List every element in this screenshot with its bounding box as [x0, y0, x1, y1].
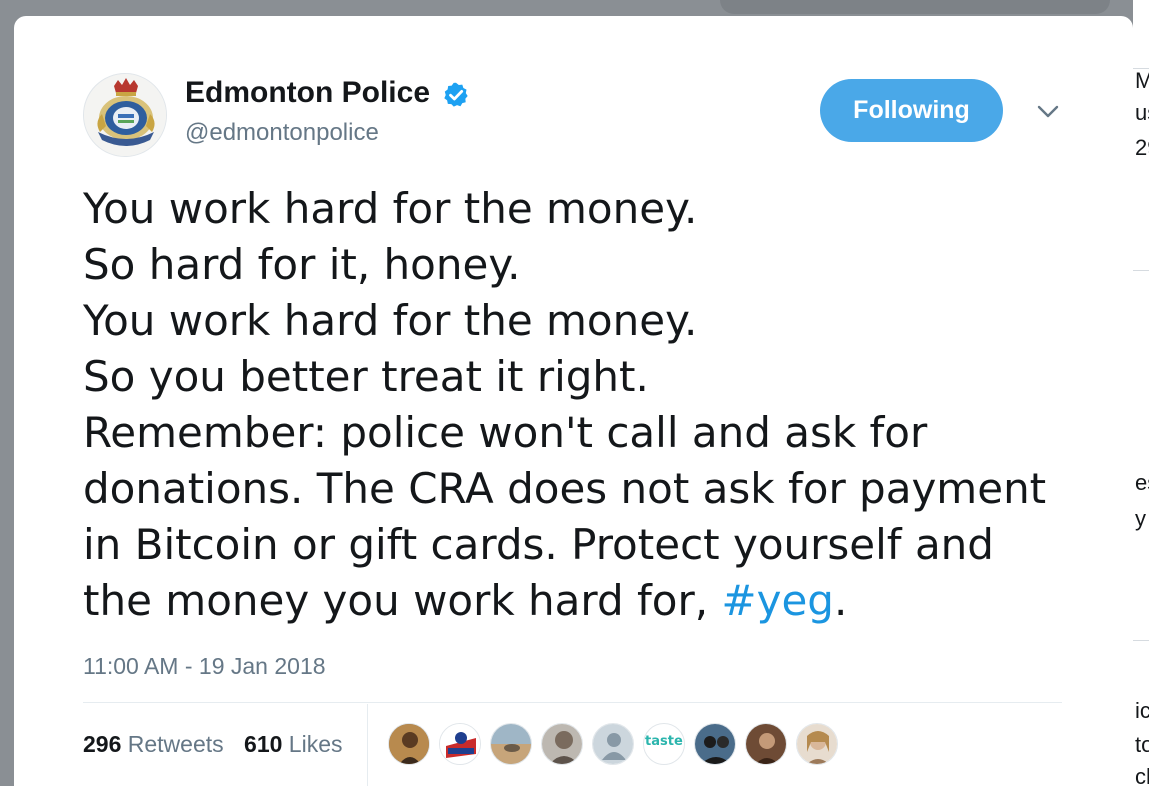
background-page-strip: M us 29 es y ic to ch — [1133, 0, 1149, 786]
background-text-fragment: us — [1135, 100, 1149, 125]
tweet-stats: 296 Retweets 610 Likes — [83, 731, 343, 758]
tweet-text-last-line: the money you work hard for, #yeg. — [83, 573, 1083, 629]
chevron-down-icon[interactable] — [1034, 100, 1062, 124]
background-text-fragment: to — [1135, 732, 1149, 757]
tweet-text-line: So hard for it, honey. — [83, 240, 521, 289]
user-handle[interactable]: @edmontonpolice — [185, 119, 379, 147]
tweet-text-line: You work hard for the money. — [83, 184, 698, 233]
background-text-fragment: y — [1135, 506, 1146, 531]
user-avatar[interactable] — [541, 723, 583, 765]
tweet-text-line: You work hard for the money. — [83, 296, 698, 345]
default-user-avatar-icon — [593, 724, 633, 764]
likes-stat[interactable]: 610 Likes — [244, 731, 342, 757]
background-text-fragment: ic — [1135, 698, 1149, 723]
following-button[interactable]: Following — [820, 79, 1003, 142]
verified-badge-icon — [444, 82, 468, 107]
background-text-fragment: ch — [1135, 764, 1149, 786]
profile-avatar[interactable] — [83, 73, 167, 157]
likes-count: 610 — [244, 731, 283, 757]
tweet-modal: Edmonton Police @edmontonpolice Followin… — [14, 16, 1133, 786]
user-avatar[interactable] — [745, 723, 787, 765]
user-avatar[interactable] — [388, 723, 430, 765]
background-divider — [1133, 270, 1149, 271]
user-avatar[interactable] — [796, 723, 838, 765]
user-avatar[interactable] — [694, 723, 736, 765]
user-avatar-icon — [542, 724, 582, 764]
default-user-avatar[interactable] — [592, 723, 634, 765]
divider — [367, 704, 368, 786]
hashtag-link[interactable]: #yeg — [721, 576, 834, 625]
tweet-text: You work hard for the money. So hard for… — [83, 181, 1083, 629]
user-avatar-icon — [695, 724, 735, 764]
retweets-count: 296 — [83, 731, 122, 757]
pro-logo-avatar-icon — [440, 724, 480, 764]
tweet-text-end: . — [833, 576, 848, 625]
divider — [83, 702, 1062, 703]
taste-logo-text: taste — [645, 734, 683, 749]
tweet-text-line: So you better treat it right. — [83, 352, 649, 401]
landscape-avatar[interactable] — [490, 723, 532, 765]
user-avatar-icon — [797, 724, 837, 764]
user-avatar-icon — [389, 724, 429, 764]
tweet-text-line: donations. The CRA does not ask for paym… — [83, 464, 1047, 513]
likes-label: Likes — [288, 731, 343, 757]
background-search-field — [720, 0, 1110, 14]
retweets-label: Retweets — [127, 731, 224, 757]
pro-logo-avatar[interactable] — [439, 723, 481, 765]
tweet-text-line: Remember: police won't call and ask for — [83, 408, 928, 457]
tweet-timestamp[interactable]: 11:00 AM - 19 Jan 2018 — [83, 653, 326, 680]
background-divider — [1133, 640, 1149, 641]
background-text-fragment: 29 — [1135, 135, 1149, 160]
landscape-avatar-icon — [491, 724, 531, 764]
user-avatar-icon — [746, 724, 786, 764]
display-name[interactable]: Edmonton Police — [185, 76, 430, 110]
background-text-fragment: M — [1135, 68, 1149, 93]
tweet-text-line: in Bitcoin or gift cards. Protect yourse… — [83, 520, 994, 569]
background-text-fragment: es — [1135, 470, 1149, 495]
retweets-stat[interactable]: 296 Retweets — [83, 731, 224, 757]
taste-logo-avatar[interactable]: taste — [643, 723, 685, 765]
tweet-text-line: the money you work hard for, — [83, 576, 722, 625]
police-crest-icon — [84, 74, 166, 156]
